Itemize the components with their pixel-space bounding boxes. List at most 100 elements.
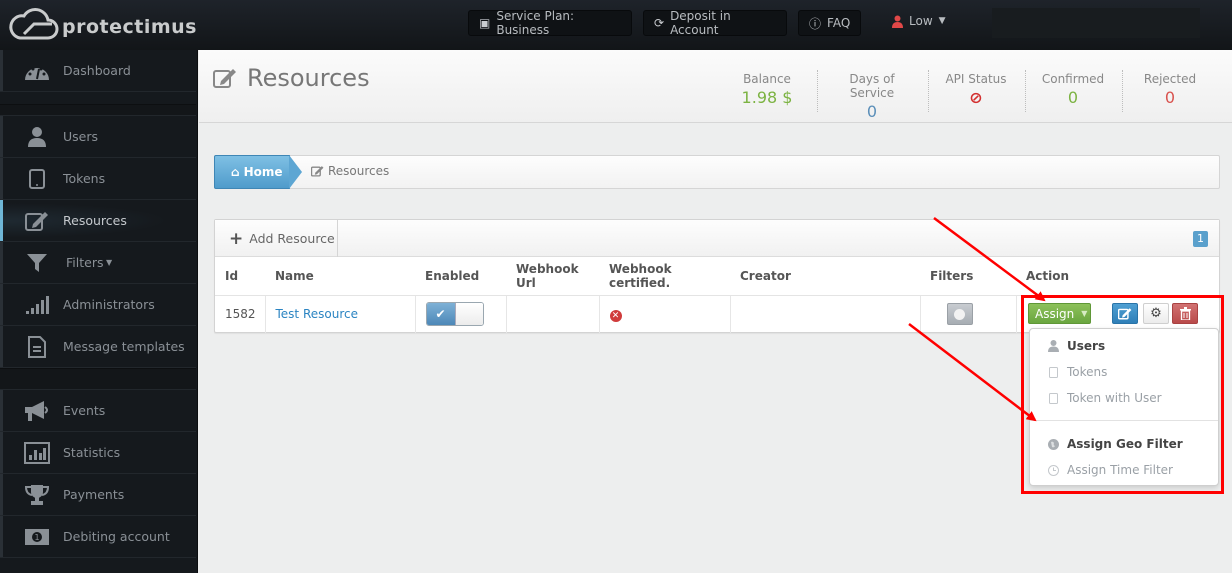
assign-dropdown-button[interactable]: Assign ▼ [1028, 303, 1091, 324]
sidebar-item-events[interactable]: Events [0, 390, 196, 432]
toggle-knob [454, 303, 483, 326]
stat-label: Balance [743, 72, 791, 86]
edit-button[interactable] [1112, 303, 1138, 324]
delete-button[interactable] [1172, 303, 1198, 324]
tablet-icon [1047, 366, 1059, 378]
assign-dropdown-menu: Users Tokens Token with User Assign Geo … [1029, 328, 1219, 486]
column-header-filters[interactable]: Filters [920, 257, 1016, 296]
column-header-webhook-url[interactable]: Webhook Url [506, 257, 599, 296]
logo[interactable]: protectimus [8, 4, 197, 44]
caret-down-icon: ▼ [106, 258, 113, 267]
column-header-id[interactable]: Id [215, 257, 265, 296]
user-name: Low [909, 14, 933, 28]
column-header-name[interactable]: Name [265, 257, 415, 296]
settings-button[interactable]: ⚙ [1143, 303, 1169, 324]
dropdown-item-assign-time-filter[interactable]: Assign Time Filter [1030, 457, 1218, 483]
add-resource-button[interactable]: + Add Resource [215, 220, 338, 257]
breadcrumb-home[interactable]: ⌂ Home [214, 155, 290, 189]
sidebar-item-dashboard[interactable]: Dashboard [0, 50, 196, 92]
user-icon [24, 125, 50, 149]
stat-separator [1122, 70, 1123, 112]
file-icon [24, 335, 50, 359]
money-icon: ▣ [479, 16, 491, 30]
tablet-icon [24, 167, 50, 191]
service-plan-label: Service Plan: Business [496, 9, 575, 37]
dropdown-item-label: Assign Time Filter [1067, 463, 1173, 477]
bar-chart-icon [24, 441, 50, 465]
sidebar-item-resources[interactable]: Resources [0, 200, 196, 242]
geo-filter-button[interactable] [946, 303, 973, 326]
item-accent [0, 474, 3, 515]
user-icon [1047, 340, 1059, 352]
home-icon: ⌂ [231, 165, 240, 179]
bullhorn-icon [24, 399, 50, 423]
cell-webhook-certified: ✕ [599, 295, 731, 333]
dropdown-item-tokens[interactable]: Tokens [1030, 359, 1218, 385]
sidebar-item-users[interactable]: Users [0, 116, 196, 158]
sidebar-item-label: Tokens [63, 171, 106, 186]
signal-icon [24, 293, 50, 317]
edit-icon [311, 166, 324, 177]
item-accent [0, 158, 3, 199]
item-accent [0, 200, 3, 241]
sidebar-item-label: Debiting account [63, 529, 170, 544]
stat-value: 0 [1164, 88, 1176, 107]
stat-api-status: API Status ⊘ [939, 72, 1013, 107]
sidebar-item-payments[interactable]: Payments [0, 474, 196, 516]
cell-name: Test Resource [265, 295, 416, 333]
dropdown-item-label: Assign Geo Filter [1067, 437, 1183, 451]
column-header-enabled[interactable]: Enabled [415, 257, 506, 296]
sidebar-item-tokens[interactable]: Tokens [0, 158, 196, 200]
service-plan-button[interactable]: ▣ Service Plan: Business [468, 9, 632, 37]
money-icon: 1 [24, 525, 50, 549]
cell-filters [920, 295, 1017, 333]
dropdown-item-users[interactable]: Users [1030, 333, 1218, 359]
stat-label: API Status [945, 72, 1007, 86]
trophy-icon [24, 483, 50, 507]
breadcrumb-current-label: Resources [328, 164, 390, 178]
page-title: Resources [213, 64, 370, 92]
stat-balance: Balance 1.98 $ [735, 72, 799, 107]
faq-label: FAQ [827, 16, 851, 30]
item-accent [0, 242, 3, 283]
caret-down-icon: ▼ [1081, 309, 1088, 318]
cell-webhook-url [506, 295, 600, 333]
stat-label: Confirmed [1041, 72, 1105, 86]
sidebar-item-label: Resources [63, 213, 127, 228]
tablet-icon [1047, 392, 1059, 404]
stat-separator [817, 70, 818, 112]
stat-rejected: Rejected 0 [1141, 72, 1199, 107]
user-menu[interactable]: Low ▼ [892, 14, 946, 28]
stat-days-of-service: Days of Service 0 [826, 72, 918, 121]
sidebar-item-debiting-account[interactable]: 1 Debiting account [0, 516, 196, 558]
enabled-toggle[interactable]: ✔ [425, 302, 484, 327]
resource-name-link[interactable]: Test Resource [276, 307, 358, 321]
brand-name: protectimus [62, 16, 197, 38]
dropdown-item-token-with-user[interactable]: Token with User [1030, 385, 1218, 411]
faq-button[interactable]: ⓘ FAQ [798, 10, 861, 36]
sidebar-item-statistics[interactable]: Statistics [0, 432, 196, 474]
breadcrumb-home-label: Home [243, 165, 283, 179]
deposit-button[interactable]: ⟳ Deposit in Account [643, 9, 787, 37]
filter-icon [24, 251, 50, 275]
sidebar-item-filters[interactable]: Filters ▼ [0, 242, 196, 284]
edit-icon [213, 69, 236, 88]
stat-label: Days of Service [849, 72, 895, 100]
dropdown-item-assign-geo-filter[interactable]: Assign Geo Filter [1030, 431, 1218, 457]
cell-id: 1582 [215, 295, 266, 333]
sidebar: Dashboard Users Tokens Resources Filters… [0, 50, 198, 573]
add-resource-label: Add Resource [249, 231, 335, 246]
column-header-creator[interactable]: Creator [730, 257, 920, 296]
count-badge: 1 [1193, 231, 1208, 247]
column-header-action: Action [1016, 257, 1219, 296]
item-accent [0, 116, 3, 157]
item-accent [0, 390, 3, 431]
sidebar-item-administrators[interactable]: Administrators [0, 284, 196, 326]
column-header-webhook-certified[interactable]: Webhook certified. [599, 257, 730, 296]
sidebar-item-label: Statistics [63, 445, 121, 460]
assign-label: Assign [1035, 306, 1075, 321]
dropdown-divider [1030, 420, 1218, 421]
info-icon: ⓘ [809, 16, 822, 31]
item-accent [0, 432, 3, 473]
sidebar-item-message-templates[interactable]: Message templates [0, 326, 196, 368]
